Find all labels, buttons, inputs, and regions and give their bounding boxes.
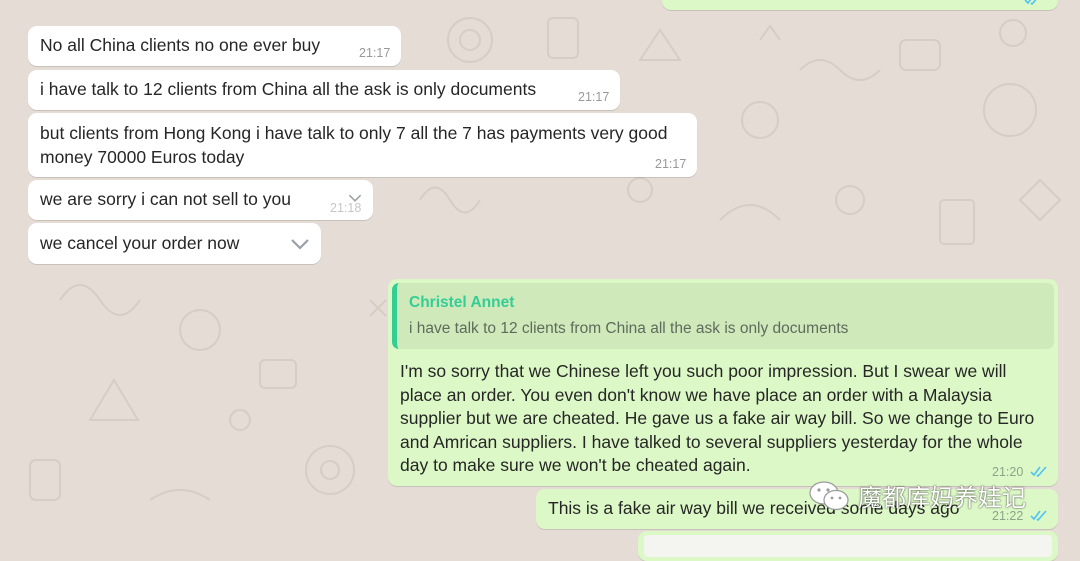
outgoing-reply-message[interactable]: Christel Annet i have talk to 12 clients… [388, 279, 1058, 486]
double-check-icon [1030, 510, 1047, 521]
message-time: 21:17 [359, 46, 391, 60]
incoming-message[interactable]: i have talk to 12 clients from China all… [28, 70, 620, 110]
partial-outgoing-bubble [662, 0, 1058, 10]
quote-author: Christel Annet [409, 294, 515, 311]
message-text: i have talk to 12 clients from China all… [40, 79, 537, 99]
message-text: we are sorry i can not sell to you [40, 189, 291, 209]
message-time: 21:17 [655, 157, 687, 171]
message-time: 21:18 [330, 201, 362, 215]
message-text: but clients from Hong Kong i have talk t… [40, 123, 668, 167]
double-check-icon [1030, 466, 1047, 477]
message-time: 21:17 [578, 90, 610, 104]
wechat-icon [809, 480, 849, 510]
incoming-message[interactable]: we cancel your order now [28, 223, 321, 264]
outgoing-image-message[interactable] [638, 531, 1058, 561]
chevron-down-icon[interactable] [348, 193, 362, 203]
incoming-message[interactable]: No all China clients no one ever buy 21:… [28, 26, 401, 66]
image-thumbnail[interactable] [644, 535, 1052, 557]
watermark: 魔都库妈养娃记 [808, 478, 1026, 513]
message-time: 21:20 [992, 465, 1024, 479]
chevron-down-icon[interactable] [290, 238, 310, 250]
quote-text: i have talk to 12 clients from China all… [409, 320, 849, 337]
message-text: No all China clients no one ever buy [40, 35, 321, 55]
watermark-text: 魔都库妈养娃记 [858, 485, 1026, 512]
message-text: we cancel your order now [40, 233, 240, 253]
message-text: I'm so sorry that we Chinese left you su… [400, 361, 1035, 475]
incoming-message[interactable]: we are sorry i can not sell to you 21:18 [28, 180, 373, 220]
double-check-icon [1024, 0, 1037, 5]
incoming-message[interactable]: but clients from Hong Kong i have talk t… [28, 113, 697, 177]
quoted-message[interactable]: Christel Annet i have talk to 12 clients… [392, 283, 1054, 349]
